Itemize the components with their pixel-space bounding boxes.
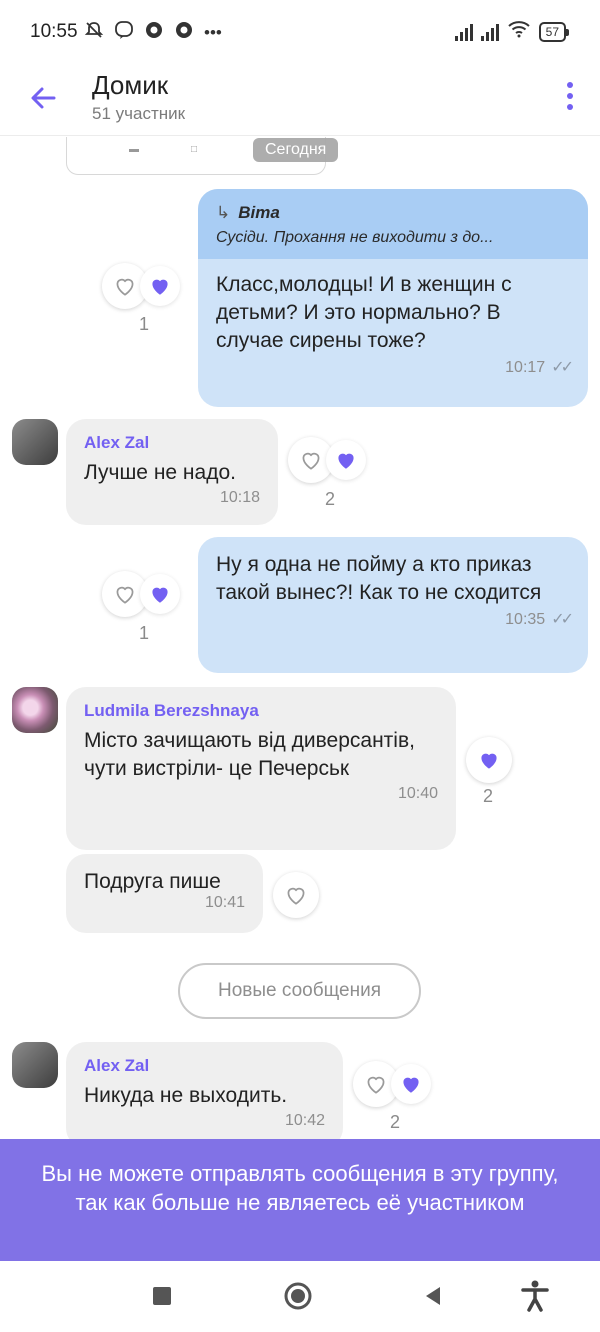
like-button[interactable] [273,872,319,918]
viber-icon [114,20,134,46]
status-bar: 10:55 ••• 57 [0,0,600,62]
incoming-message[interactable]: Ludmila Berezshnaya Місто зачищають від … [66,687,456,850]
avatar[interactable] [12,419,58,465]
heart-outline-icon [287,887,305,905]
sender-name[interactable]: Alex Zal [84,433,260,453]
outgoing-message[interactable]: Ну я одна не пойму а кто приказ такой вы… [198,537,588,673]
more-options-button[interactable] [558,76,582,116]
heart-filled-icon [152,279,168,295]
back-button[interactable] [24,78,64,118]
heart-outline-icon [116,278,134,296]
message-reactions [102,263,180,309]
triangle-back-icon [426,1287,440,1305]
likes-indicator[interactable] [466,737,512,783]
new-messages-separator: Новые сообщения [178,963,421,1019]
system-back-button[interactable] [418,1281,448,1311]
system-navigation-bar [0,1261,600,1332]
message-text: Місто зачищають від диверсантів, чути ви… [84,729,421,780]
likes-count: 2 [483,786,494,806]
sender-name[interactable]: Alex Zal [84,1056,325,1076]
avatar[interactable] [12,1042,58,1088]
status-system-icons: 57 [454,20,570,43]
likes-count: 2 [325,489,336,509]
status-time: 10:55 [30,21,78,42]
quote-author: Віта [238,203,280,222]
date-separator: Сегодня [253,138,339,162]
home-button[interactable] [283,1281,313,1311]
chrome-icon [174,20,194,46]
signal-icon [480,23,499,41]
message-reactions [288,437,366,483]
circle-icon [284,1282,312,1310]
message-reactions [102,571,180,617]
message-text: Класс,молодцы! И в женщин с детьми? И эт… [216,273,518,352]
mute-icon [84,20,104,46]
message-time: 10:18 [219,489,260,506]
recents-button[interactable] [147,1281,177,1311]
heart-filled-icon [403,1077,419,1093]
incoming-message[interactable]: Alex Zal Лучше не надо. 10:18 [66,419,278,525]
chrome-icon [144,20,164,46]
participants-count[interactable]: 51 участник [92,104,185,124]
wifi-icon [507,20,531,43]
heart-filled-icon [152,587,168,603]
accessibility-button[interactable] [520,1280,550,1312]
square-icon [153,1287,171,1305]
avatar[interactable] [12,687,58,733]
heart-outline-icon [302,452,320,470]
heart-outline-icon [116,586,134,604]
likes-indicator[interactable] [140,266,180,306]
likes-count: 1 [139,314,150,334]
message-list[interactable]: ▬ □ Сегодня 1 ↳ Віта Сусіди. Прохання не … [0,137,600,1139]
message-reactions [273,872,319,918]
message-reactions [353,1061,431,1107]
status-notification-icons: ••• [84,20,222,46]
outgoing-message[interactable]: ↳ Віта Сусіди. Прохання не виходити з до.… [198,189,588,407]
likes-count: 2 [390,1112,401,1132]
quote-text: Сусіди. Прохання не виходити з до... [216,229,494,246]
incoming-message[interactable]: Подруга пише 10:41 [66,854,263,933]
delivered-check-icon: ✓✓ [551,359,574,376]
accessibility-icon [521,1280,549,1312]
battery-icon: 57 [538,21,570,42]
message-time: 10:35 [505,611,546,628]
heart-filled-icon [338,453,354,469]
message-text: Ну я одна не пойму а кто приказ такой вы… [216,553,542,604]
not-member-banner: Вы не можете отправлять сообщения в эту … [0,1139,600,1261]
chat-title[interactable]: Домик [92,70,168,101]
likes-indicator[interactable] [391,1064,431,1104]
chat-header: Домик 51 участник [0,62,600,136]
message-text: Подруга пише [84,870,221,893]
sender-name[interactable]: Ludmila Berezshnaya [84,701,438,721]
message-time: 10:17 [505,359,546,376]
message-reactions [466,737,512,783]
incoming-message[interactable]: Alex Zal Никуда не выходить. 10:42 [66,1042,343,1139]
signal-icon [454,23,473,41]
arrow-left-icon [31,87,56,109]
likes-indicator[interactable] [326,440,366,480]
message-text: Лучше не надо. [84,461,236,484]
reply-arrow-icon: ↳ [216,203,231,222]
message-time: 10:40 [397,785,438,802]
message-text: Никуда не выходить. [84,1084,288,1107]
more-dots-icon: ••• [204,23,222,42]
message-time: 10:42 [284,1112,325,1129]
message-time: 10:41 [204,894,245,911]
heart-outline-icon [367,1076,385,1094]
heart-filled-icon [481,753,497,769]
delivered-check-icon: ✓✓ [551,611,574,628]
likes-indicator[interactable] [140,574,180,614]
quoted-message[interactable]: ↳ Віта Сусіди. Прохання не виходити з до.… [198,189,588,259]
likes-count: 1 [139,623,150,643]
